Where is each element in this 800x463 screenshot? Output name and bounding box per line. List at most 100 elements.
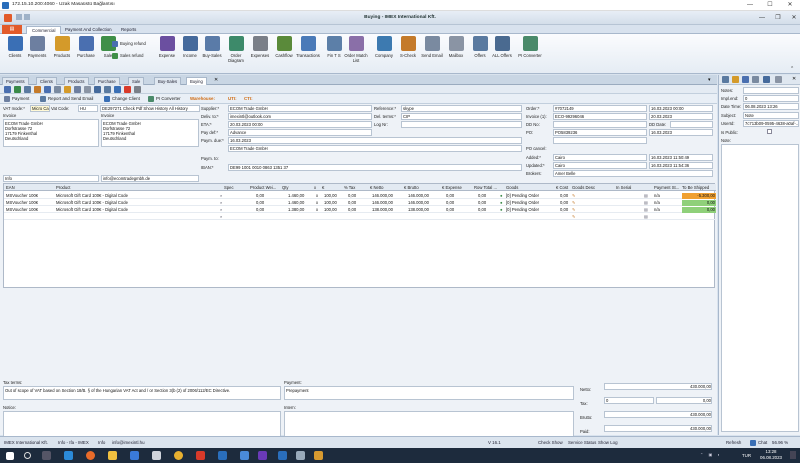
grid-header-cell[interactable]: Goods Desc [572, 185, 595, 190]
po-field[interactable]: PO5839236 [553, 129, 647, 136]
cost-edit-icon[interactable]: ✎ [572, 214, 576, 219]
del-terms-field[interactable]: CIP [401, 113, 522, 120]
doc-tab-payments[interactable]: Payments [2, 77, 29, 85]
grid-header-cell[interactable]: Row Total ... [474, 185, 497, 190]
remote-desktop-icon[interactable] [278, 451, 287, 460]
doc-tab-buying[interactable]: Buying [186, 77, 207, 85]
tray-language[interactable]: TUR [742, 453, 751, 458]
visual-studio-icon[interactable] [258, 451, 267, 460]
notes-new-icon[interactable] [722, 76, 729, 83]
task-view-icon[interactable] [42, 451, 51, 460]
notes-edit-icon[interactable] [752, 76, 759, 83]
notes-filter-icon[interactable] [775, 76, 782, 83]
chrome-icon[interactable] [174, 451, 183, 460]
save-icon[interactable] [24, 86, 31, 93]
paym-due-field[interactable]: 16.03.2023 [228, 137, 522, 144]
grid-header-cell[interactable]: € Brutto [404, 185, 419, 190]
grid-header-cell[interactable]: Product [56, 185, 70, 190]
ribbon-pi-converter-button[interactable]: PI Converter [518, 36, 542, 72]
tray-date[interactable]: 06.08.2023 [756, 455, 786, 460]
grid-header-cell[interactable]: € Cost [556, 185, 568, 190]
eta-field[interactable]: 20.03.2023 00:00 [228, 121, 372, 128]
order-date-field[interactable]: 16.03.2023 00:00 [649, 105, 713, 112]
ribbon-offers-button[interactable]: Offers [468, 36, 492, 72]
grid-header-cell[interactable]: EAN [6, 185, 15, 190]
tax-rate-field[interactable]: 0 [604, 397, 654, 404]
search-icon[interactable] [24, 452, 31, 459]
delivery-address-box[interactable]: ECOM Trade GmbH Dorfstrasse 72 17179 Fin… [101, 119, 199, 147]
grid-header-cell[interactable]: Product Wei... [250, 185, 276, 190]
attach-icon[interactable] [104, 86, 111, 93]
refresh-icon[interactable] [34, 86, 41, 93]
grid-header-cell[interactable]: Qty [282, 185, 289, 190]
save-quick-icon[interactable] [16, 14, 22, 20]
ribbon-fin-t-s-button[interactable]: Fin T S [322, 36, 346, 72]
tab-commercial[interactable]: Commercial [26, 26, 62, 34]
po-extra-field[interactable] [553, 137, 647, 144]
supplier-field[interactable]: ECOM Trade GmbH [228, 105, 372, 112]
doc-tab-sale[interactable]: Sale [128, 77, 145, 85]
subject-field[interactable]: Note [743, 112, 799, 119]
tray-time[interactable]: 13:28 [756, 449, 786, 454]
cost-edit-icon[interactable]: ✎ [572, 193, 576, 198]
grid-header-cell[interactable]: To Be Shipped [682, 185, 709, 190]
show-log-button[interactable]: Show Log [598, 440, 618, 445]
grid-header-cell[interactable]: % Tax [344, 185, 355, 190]
table-row[interactable]: MSVoucher 100€ Microsoft Gift Card 100€ -… [4, 206, 716, 213]
deliv-to-field[interactable]: imexintl@outlook.com [228, 113, 372, 120]
pi-converter-button[interactable]: PI Converter [148, 95, 181, 103]
notification-icon[interactable] [790, 451, 796, 459]
payment-terms-box[interactable]: Prepayment [284, 386, 574, 400]
note-text-area[interactable] [721, 144, 799, 432]
tab-reports[interactable]: Reports [116, 26, 141, 34]
more-icon[interactable] [134, 86, 141, 93]
grid-header-cell[interactable]: € Netto [370, 185, 384, 190]
delete-icon[interactable] [124, 86, 131, 93]
reference-field[interactable]: skype [401, 105, 522, 112]
report-send-email-button[interactable]: Report and Send Email [40, 95, 93, 103]
vat-mode-select[interactable]: Micro Car [30, 105, 50, 112]
impl-end-field[interactable]: 0 [743, 95, 799, 102]
grid-header-cell[interactable]: € [322, 185, 324, 190]
sales-refund-button[interactable]: Sales refund [112, 52, 144, 59]
is-public-checkbox[interactable] [767, 129, 772, 134]
ribbon-collapse-icon[interactable]: ⌃ [790, 66, 794, 72]
app-icon-5[interactable] [314, 451, 323, 460]
open-icon[interactable] [64, 86, 71, 93]
ribbon-transactions-button[interactable]: Transactions [296, 36, 320, 72]
back-icon[interactable] [4, 86, 11, 93]
firefox-icon[interactable] [86, 451, 95, 460]
grid-header-cell[interactable]: Goods [506, 185, 518, 190]
undo-icon[interactable] [94, 86, 101, 93]
app-menu-button[interactable]: ▤ [2, 25, 22, 34]
notes-save-icon[interactable] [742, 76, 749, 83]
paydef-field[interactable]: Advance [228, 129, 372, 136]
ribbon-buy-sales-button[interactable]: Buy-Sales [200, 36, 224, 72]
serial-icon[interactable]: ▤ [644, 214, 648, 219]
app-close-icon[interactable]: ✕ [784, 13, 800, 23]
ribbon-order-match-list-button[interactable]: Order Match List [344, 36, 368, 72]
grid-header-cell[interactable]: Payment St... [654, 185, 679, 190]
chat-button[interactable]: Chat [758, 440, 767, 445]
grid-header-cell[interactable]: x [314, 185, 316, 190]
search-icon[interactable] [84, 86, 91, 93]
cost-edit-icon[interactable]: ✎ [572, 200, 576, 205]
iban-field[interactable]: DE99 1001 0010 0863 1351 37 [228, 164, 522, 171]
grid-header-cell[interactable]: In Serial [616, 185, 631, 190]
forward-icon[interactable] [14, 86, 21, 93]
ribbon-payments-button[interactable]: Payments [25, 36, 49, 72]
copy-icon[interactable] [54, 86, 61, 93]
date-time-field[interactable]: 06.08.2023 13:26 [743, 103, 799, 110]
ribbon-cashflow-button[interactable]: Cashflow [272, 36, 296, 72]
serial-icon[interactable]: ▤ [644, 200, 648, 205]
dd-no-field[interactable] [553, 121, 647, 128]
order-field[interactable]: #7072149 [553, 105, 647, 112]
table-row[interactable]: MSVoucher 100€ Microsoft Gift Card 100€ -… [4, 199, 716, 206]
tray-icons[interactable]: ⌃ ▣ ◖ [700, 452, 740, 459]
ribbon-order-diagram-button[interactable]: Order Diagram [224, 36, 248, 72]
tax-terms-box[interactable]: Out of scope of VAT based on Section 18/… [3, 386, 281, 400]
edge-icon[interactable] [64, 451, 73, 460]
app-icon-4[interactable] [296, 451, 305, 460]
windows-start-icon[interactable] [6, 452, 14, 460]
serial-icon[interactable]: ▤ [644, 207, 648, 212]
